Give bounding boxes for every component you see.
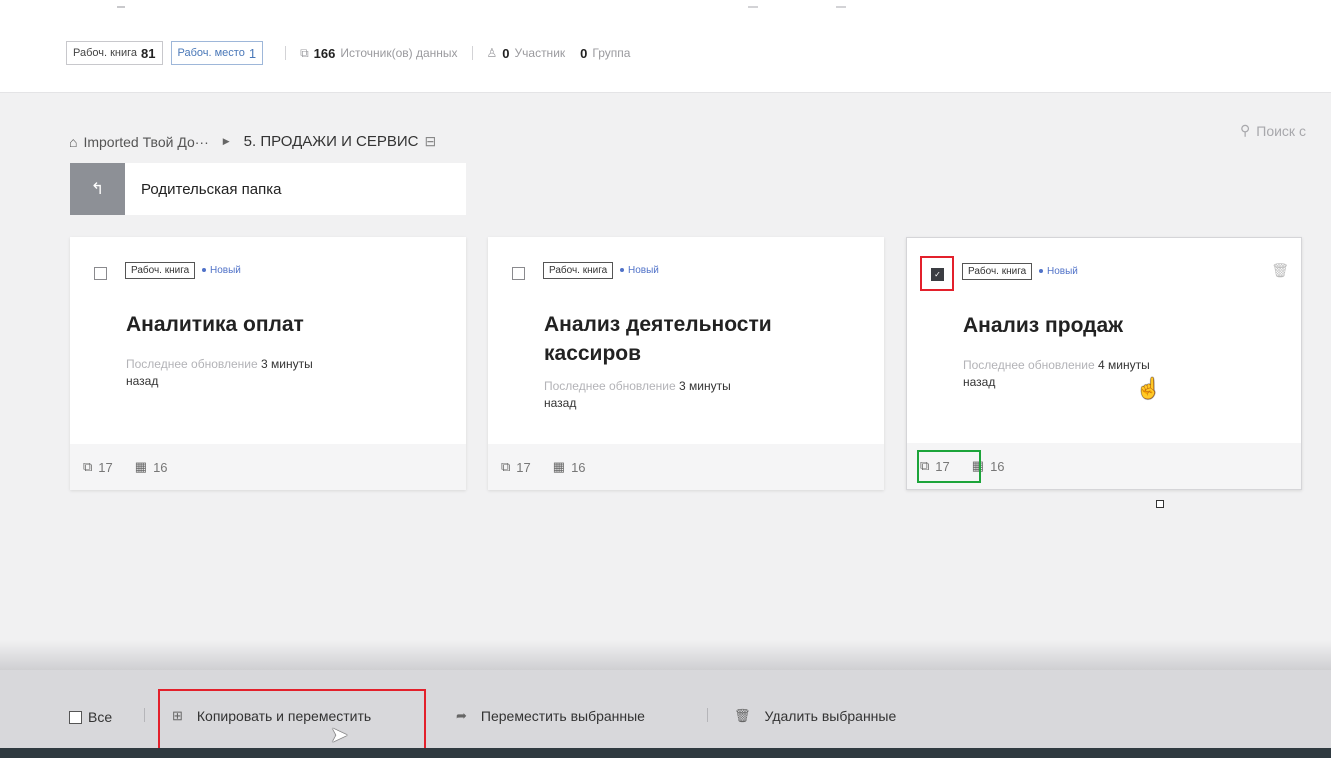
home-icon[interactable]: ⌂ [69, 134, 77, 150]
divider [144, 708, 145, 722]
card-checkbox[interactable] [512, 267, 525, 280]
bottom-edge [0, 748, 1331, 758]
status-text: Новый [1047, 266, 1078, 277]
select-all[interactable]: Все [69, 709, 112, 725]
workbook-card[interactable]: Рабоч. книга Новый Аналитика оплат После… [70, 237, 466, 490]
last-updated-value: 4 минуты [1098, 358, 1150, 372]
top-divider [117, 6, 125, 8]
last-updated-value: 3 минуты [261, 357, 313, 371]
status-text: Новый [628, 265, 659, 276]
workspace-filter-label: Рабоч. место [177, 47, 245, 59]
last-updated-label: Последнее обновление [544, 379, 676, 393]
datasource-count-highlight [917, 450, 981, 483]
members-count: 0 [502, 45, 510, 61]
workbook-filter-label: Рабоч. книга [73, 47, 138, 59]
arrow-cursor-icon: ➤ [330, 722, 349, 747]
last-updated-ago: назад [963, 375, 996, 389]
sheet-icon: ▦ [134, 459, 148, 474]
caret-right-icon: ▶ [222, 136, 230, 146]
status-badge: Новый [620, 265, 659, 276]
last-updated: Последнее обновление 4 минуты назад [963, 357, 1243, 391]
last-updated-value: 3 минуты [679, 379, 731, 393]
sheet-count: 16 [153, 459, 168, 475]
workspace-count: 1 [248, 45, 257, 61]
card-title[interactable]: Анализ продаж [963, 311, 1283, 340]
card-checkbox[interactable] [94, 267, 107, 280]
datasource-count: 17 [98, 459, 113, 475]
datasource-icon: ⧉ [501, 459, 511, 474]
delete-selected-label: Удалить выбранные [764, 708, 897, 724]
data-sources-label: Источник(ов) данных [340, 46, 458, 60]
breadcrumb-current: 5. ПРОДАЖИ И СЕРВИС [243, 133, 419, 150]
workbook-type-tag: Рабоч. книга [543, 262, 614, 279]
trash-icon[interactable]: 🗑 [1271, 262, 1289, 279]
parent-folder-label: Родительская папка [141, 180, 282, 198]
datasource-count: 17 [516, 459, 531, 475]
last-updated-label: Последнее обновление [126, 357, 258, 371]
groups-count: 0 [580, 45, 588, 61]
add-folder-icon[interactable]: ⊟ [425, 133, 437, 150]
user-icon: ♙ [486, 46, 498, 60]
checkbox-highlight [920, 256, 954, 291]
search-icon: ⚲ [1240, 122, 1251, 138]
folder-up-icon: ↰ [70, 163, 125, 215]
data-sources-stat[interactable]: ⧉ 166 Источник(ов) данных [300, 46, 457, 61]
workbook-filter-pill[interactable]: Рабоч. книга 81 [66, 41, 163, 65]
copy-move-highlight [158, 689, 426, 755]
parent-folder-button[interactable]: ↰ Родительская папка [70, 163, 466, 215]
divider [707, 708, 708, 722]
divider [471, 46, 473, 60]
search-box[interactable]: ⚲ Поиск с [1240, 122, 1306, 139]
divider [285, 46, 287, 60]
top-divider [836, 6, 846, 8]
workbook-card[interactable]: Рабоч. книга Новый Анализ деятельности к… [488, 237, 884, 490]
last-updated-ago: назад [544, 396, 577, 410]
sheet-count: 16 [571, 459, 586, 475]
card-footer: ⧉ 17 ▦ 16 [488, 444, 884, 490]
last-updated: Последнее обновление 3 минуты назад [126, 356, 406, 390]
sheet-count: 16 [990, 458, 1005, 474]
workbook-type-tag: Рабоч. книга [125, 262, 196, 279]
workspace-filter-pill[interactable]: Рабоч. место 1 [170, 41, 264, 65]
search-input[interactable]: Поиск с [1256, 123, 1306, 139]
resize-handle [1156, 500, 1164, 508]
trash-icon: 🗑 [734, 708, 751, 723]
last-updated: Последнее обновление 3 минуты назад [544, 378, 824, 412]
select-all-label: Все [88, 709, 113, 725]
last-updated-label: Последнее обновление [963, 358, 1095, 372]
stats-row: Рабоч. книга 81 Рабоч. место 1 ⧉ 166 Ист… [66, 38, 630, 68]
card-footer: ⧉ 17 ▦ 16 [70, 444, 466, 490]
status-text: Новый [210, 265, 241, 276]
hand-cursor-icon: ☝ [1136, 378, 1161, 400]
status-badge: Новый [202, 265, 241, 276]
bottom-bar-shadow [0, 640, 1331, 670]
delete-selected-button[interactable]: 🗑 Удалить выбранные [734, 708, 896, 724]
share-arrow-icon: ➦ [456, 708, 467, 723]
card-title[interactable]: Аналитика оплат [126, 310, 446, 339]
members-stat[interactable]: ♙ 0 Участник 0 Группа [487, 46, 631, 61]
top-stats-bar: Рабоч. книга 81 Рабоч. место 1 ⧉ 166 Ист… [0, 0, 1331, 93]
groups-label: Группа [592, 46, 631, 60]
workbook-type-tag: Рабоч. книга [962, 263, 1033, 280]
breadcrumb: ⌂ Imported Твой До··· ▶ 5. ПРОДАЖИ И СЕР… [69, 133, 436, 150]
move-selected-button[interactable]: ➦ Переместить выбранные [456, 708, 645, 724]
workbook-count: 81 [141, 45, 156, 61]
members-label: Участник [514, 46, 566, 60]
breadcrumb-root[interactable]: Imported Твой До··· [83, 134, 208, 150]
last-updated-ago: назад [126, 374, 159, 388]
select-all-checkbox[interactable] [69, 710, 82, 724]
sheet-icon: ▦ [552, 459, 566, 474]
datasource-icon: ⧉ [300, 45, 309, 60]
card-title[interactable]: Анализ деятельности кассиров [544, 310, 864, 368]
status-badge: Новый [1039, 266, 1078, 277]
move-selected-label: Переместить выбранные [480, 708, 645, 724]
data-sources-count: 166 [313, 45, 336, 61]
datasource-icon: ⧉ [83, 459, 93, 474]
top-divider [748, 6, 758, 8]
